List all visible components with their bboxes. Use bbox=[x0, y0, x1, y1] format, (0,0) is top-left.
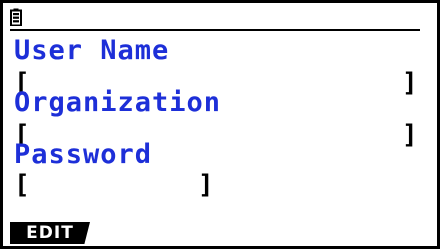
user-name-close-bracket: ] bbox=[402, 68, 418, 98]
password-close-bracket: ] bbox=[198, 170, 214, 200]
edit-softkey[interactable]: EDIT bbox=[10, 222, 90, 244]
user-name-label: User Name bbox=[14, 35, 170, 66]
password-label: Password bbox=[14, 139, 153, 170]
status-bar bbox=[10, 8, 420, 30]
organization-label: Organization bbox=[14, 87, 222, 118]
password-open-bracket: [ bbox=[14, 170, 30, 200]
calculator-screen: User Name [ ] Organization [ ] Password … bbox=[0, 0, 440, 249]
organization-close-bracket: ] bbox=[402, 120, 418, 150]
battery-icon bbox=[10, 8, 22, 27]
softkey-bar: EDIT bbox=[10, 222, 430, 244]
password-field[interactable]: [ ] bbox=[14, 170, 214, 200]
status-divider bbox=[10, 29, 420, 31]
